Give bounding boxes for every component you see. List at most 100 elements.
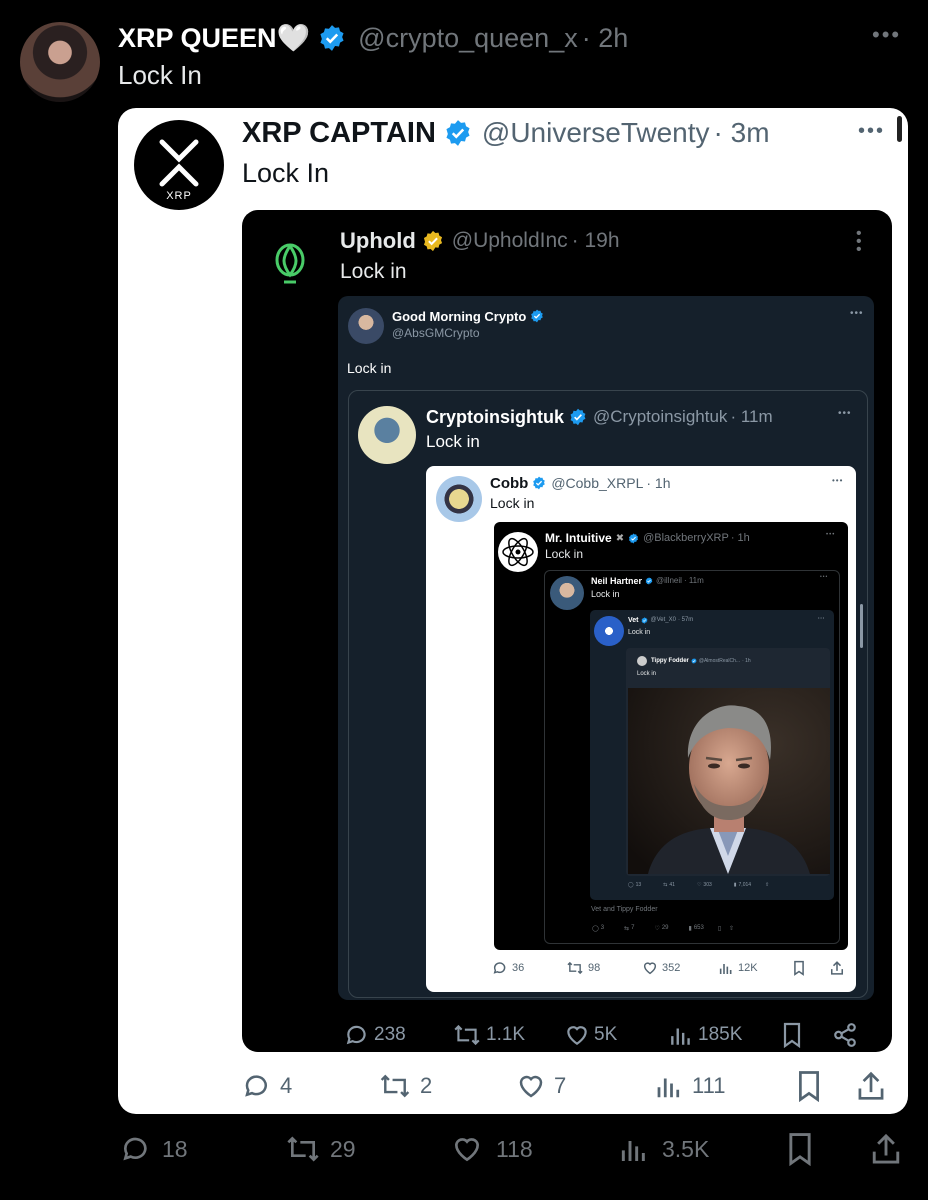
like-button[interactable]: 7	[516, 1068, 566, 1104]
scrollbar[interactable]	[860, 604, 863, 648]
timestamp[interactable]: · 1h	[646, 475, 670, 491]
heart-icon	[567, 1026, 587, 1045]
share-icon[interactable]	[870, 1132, 902, 1171]
more-options-icon[interactable]: •••	[820, 574, 828, 580]
repost-icon[interactable]: ⇆	[663, 882, 667, 888]
author-name[interactable]: Mr. Intuitive	[545, 531, 612, 545]
timestamp[interactable]: · 57m	[678, 617, 693, 623]
author-name[interactable]: Cryptoinsightuk	[426, 407, 564, 428]
timestamp[interactable]: · 19h	[572, 229, 620, 253]
repost-button[interactable]: 1.1K	[452, 1020, 525, 1050]
atom-logo-avatar[interactable]	[498, 532, 538, 572]
views-button[interactable]: 12K	[718, 959, 758, 977]
tweet-text: Lock in	[426, 432, 480, 451]
author-name[interactable]: Cobb	[490, 475, 528, 492]
more-options-icon[interactable]: •••	[872, 22, 901, 48]
author-name[interactable]: Neil Hartner	[591, 576, 642, 586]
tweet-text: Lock in	[637, 671, 657, 677]
uphold-logo-icon[interactable]	[270, 240, 310, 291]
repost-button[interactable]: 98	[566, 959, 600, 977]
bookmark-icon[interactable]: ▯	[718, 925, 721, 932]
avatar[interactable]	[358, 406, 416, 464]
xrp-logo-avatar[interactable]: XRP	[134, 120, 224, 210]
reply-icon[interactable]: ◯	[592, 925, 599, 932]
author-handle[interactable]: @UpholdInc	[452, 229, 568, 253]
scrollbar[interactable]	[897, 116, 902, 142]
like-button[interactable]: 118	[450, 1130, 533, 1168]
author-handle[interactable]: @Cobb_XRPL	[551, 475, 643, 491]
author-name[interactable]: Tippy Fodder	[651, 658, 689, 664]
timestamp[interactable]: · 2h	[582, 23, 629, 54]
author-handle[interactable]: @UniverseTwenty	[482, 117, 710, 149]
more-options-icon[interactable]: •••	[838, 408, 852, 419]
avatar[interactable]	[637, 656, 647, 666]
reply-button[interactable]: 4	[242, 1068, 292, 1104]
reply-icon[interactable]: ◯	[628, 882, 634, 888]
bookmark-icon[interactable]	[784, 1132, 816, 1171]
timestamp[interactable]: · 11m	[684, 576, 704, 585]
avatar[interactable]	[550, 576, 584, 610]
avatar[interactable]	[20, 22, 100, 102]
like-count: 7	[554, 1073, 567, 1098]
author-handle[interactable]: @illneil	[656, 576, 682, 585]
more-options-icon[interactable]: •••	[832, 476, 843, 485]
more-options-icon[interactable]: •••	[818, 615, 825, 620]
share-icon[interactable]	[830, 960, 844, 981]
share-icon[interactable]: ⇧	[729, 925, 734, 932]
share-icon[interactable]	[856, 1070, 886, 1107]
repost-icon[interactable]: ⇆	[624, 925, 629, 932]
reply-button[interactable]: 238	[344, 1020, 406, 1050]
more-options-icon[interactable]: •••	[858, 120, 885, 143]
like-button[interactable]: 352	[642, 959, 680, 977]
views-button[interactable]: 185K	[668, 1020, 742, 1050]
more-options-icon[interactable]: •••	[826, 532, 835, 538]
like-button[interactable]: 5K	[564, 1020, 617, 1050]
liked-by-text[interactable]: Vet and Tippy Fodder	[591, 906, 658, 913]
author-name[interactable]: Good Morning Crypto	[392, 309, 526, 324]
avatar[interactable]	[348, 308, 384, 344]
reply-count: 3	[600, 925, 605, 931]
repost-icon	[454, 1024, 480, 1046]
bookmark-icon[interactable]	[794, 1070, 824, 1107]
flag-emoji-icon: ✖	[615, 532, 625, 544]
timestamp[interactable]: · 1h	[731, 532, 750, 544]
more-options-icon[interactable]: •••	[850, 308, 864, 319]
reply-button[interactable]: 18	[120, 1130, 188, 1168]
like-count: 118	[496, 1135, 533, 1162]
more-options-vertical-icon[interactable]: • • •	[856, 226, 862, 258]
like-count: 29	[661, 925, 669, 931]
repost-button[interactable]: 29	[284, 1130, 356, 1168]
views-button[interactable]: 3.5K	[618, 1130, 709, 1168]
author-name[interactable]: Uphold	[340, 228, 416, 254]
author-handle[interactable]: @AbsGMCrypto	[392, 326, 480, 340]
share-icon[interactable]: ⇧	[765, 882, 769, 888]
author-name[interactable]: XRP QUEEN🤍	[118, 22, 310, 54]
reply-button[interactable]: 36	[492, 959, 524, 977]
repost-button[interactable]: 2	[378, 1068, 432, 1104]
vet-action-bar: ◯ 13 ⇆ 41 ♡ 303 ▮ 7,014 ⇧	[628, 880, 769, 890]
share-icon[interactable]	[832, 1022, 858, 1053]
author-name[interactable]: XRP CAPTAIN	[242, 117, 436, 150]
avatar[interactable]	[594, 616, 624, 646]
author-handle[interactable]: @Vet_X0	[651, 617, 676, 623]
heart-icon[interactable]: ♡	[654, 925, 659, 932]
author-handle[interactable]: @BlackberryXRP	[643, 532, 729, 544]
avatar[interactable]	[436, 476, 482, 522]
author-name[interactable]: Vet	[628, 617, 639, 624]
like-count: 5K	[594, 1024, 618, 1045]
heart-icon[interactable]: ♡	[697, 882, 701, 888]
timestamp[interactable]: · 3m	[714, 117, 770, 149]
author-handle[interactable]: @Cryptoinsightuk	[593, 407, 727, 427]
reply-count: 13	[635, 882, 642, 888]
author-handle[interactable]: @crypto_queen_x	[358, 23, 578, 54]
bookmark-icon[interactable]	[792, 960, 806, 981]
views-chart-icon[interactable]: ▮	[689, 925, 692, 932]
views-button[interactable]: 111	[654, 1068, 725, 1104]
tweet-photo[interactable]	[628, 688, 830, 874]
timestamp[interactable]: · 1h	[742, 658, 751, 664]
timestamp[interactable]: · 11m	[730, 407, 772, 427]
bookmark-icon[interactable]	[780, 1022, 804, 1053]
reply-count: 18	[162, 1135, 188, 1162]
author-handle[interactable]: @AlmostRealCh...	[699, 658, 740, 664]
views-chart-icon[interactable]: ▮	[734, 882, 737, 888]
